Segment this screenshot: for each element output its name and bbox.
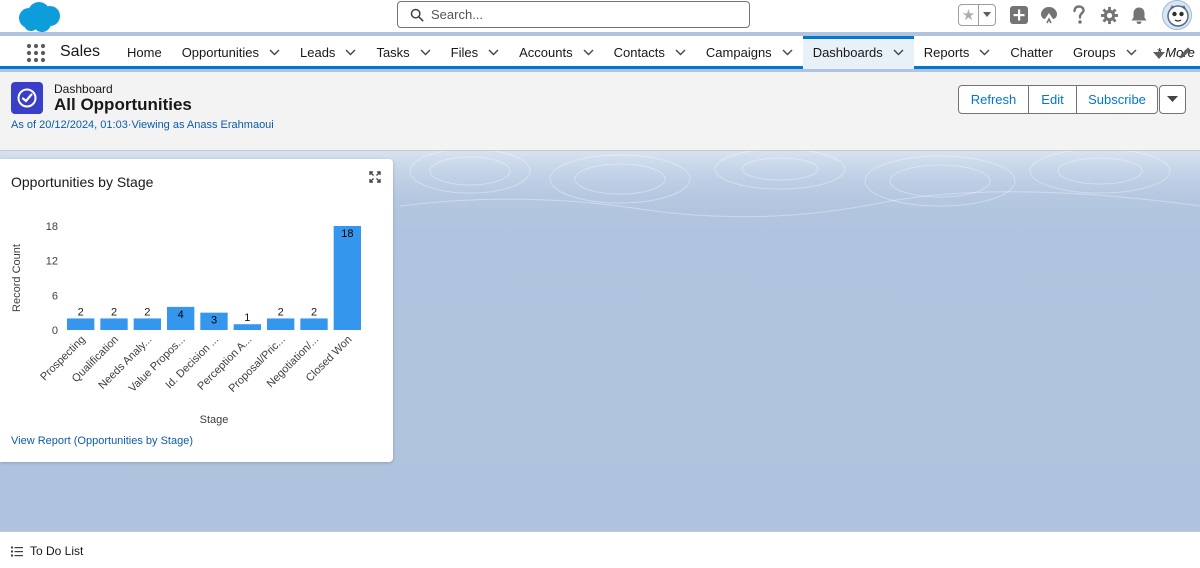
nav-tab-label: Groups: [1072, 45, 1116, 60]
bar: [133, 318, 161, 330]
nav-tab-chatter[interactable]: Chatter: [1000, 36, 1063, 69]
y-tick-label: 12: [46, 256, 58, 268]
bar: [300, 318, 328, 330]
subscribe-button[interactable]: Subscribe: [1077, 85, 1158, 114]
data-label: 3: [211, 315, 217, 327]
x-axis-title: Stage: [200, 414, 229, 426]
chevron-down-icon[interactable]: [782, 49, 793, 56]
nav-tab-label: Home: [127, 45, 162, 60]
global-search-box[interactable]: [397, 1, 750, 28]
chevron-down-icon[interactable]: [1126, 49, 1137, 56]
nav-tab-groups[interactable]: Groups: [1063, 36, 1147, 69]
page-title: All Opportunities: [54, 95, 192, 114]
add-icon[interactable]: [1008, 4, 1030, 26]
data-label: 2: [144, 306, 150, 318]
opportunities-by-stage-chart: Record Count0612182Prospecting2Qualifica…: [11, 221, 361, 426]
notifications-bell-icon[interactable]: [1128, 4, 1150, 26]
trailhead-icon[interactable]: [1038, 4, 1060, 26]
chevron-down-icon[interactable]: [583, 49, 594, 56]
nav-tabs: Home Opportunities Leads Tasks Files Accounts…: [117, 36, 1200, 69]
chevron-down-icon[interactable]: [345, 49, 356, 56]
data-label: 2: [111, 306, 117, 318]
y-tick-label: 6: [52, 290, 58, 302]
refresh-button[interactable]: Refresh: [958, 85, 1029, 114]
nav-tab-campaigns[interactable]: Campaigns: [696, 36, 803, 69]
nav-tab-files[interactable]: Files: [441, 36, 509, 69]
nav-tab-home[interactable]: Home: [117, 36, 172, 69]
bar: [333, 226, 361, 330]
global-header: ★: [0, 0, 1200, 32]
y-axis-title: Record Count: [11, 244, 23, 312]
nav-tab-reports[interactable]: Reports: [914, 36, 1001, 69]
edit-button[interactable]: Edit: [1029, 85, 1077, 114]
nav-tab-label: Opportunities: [181, 45, 260, 60]
bar: [267, 318, 295, 330]
nav-tab-label: Tasks: [376, 45, 410, 60]
card-title: Opportunities by Stage: [11, 174, 154, 190]
y-tick-label: 18: [46, 221, 58, 233]
global-search-input[interactable]: [431, 7, 731, 22]
data-label: 18: [341, 228, 353, 240]
y-tick-label: 0: [52, 325, 58, 337]
favorites-control[interactable]: ★: [958, 4, 996, 26]
nav-overflow-chevron-icon[interactable]: [1153, 48, 1165, 63]
chevron-down-icon: [1167, 96, 1178, 102]
expand-icon[interactable]: [369, 171, 381, 183]
bar: [233, 324, 261, 330]
header-button-group: Refresh Edit Subscribe: [958, 85, 1186, 114]
data-label: 2: [311, 306, 317, 318]
chevron-down-icon[interactable]: [893, 49, 904, 56]
data-label: 2: [78, 306, 84, 318]
chevron-down-icon[interactable]: [269, 49, 280, 56]
user-avatar[interactable]: [1162, 0, 1192, 30]
data-label: 2: [278, 306, 284, 318]
search-icon: [410, 8, 424, 21]
nav-tab-label: Campaigns: [705, 45, 772, 60]
view-report-link[interactable]: View Report (Opportunities by Stage): [11, 435, 193, 447]
edit-nav-pencil-icon[interactable]: [1178, 46, 1192, 60]
nav-tab-accounts[interactable]: Accounts: [509, 36, 603, 69]
nav-tab-contacts[interactable]: Contacts: [604, 36, 696, 69]
nav-tab-label: Contacts: [613, 45, 665, 60]
chevron-down-icon[interactable]: [420, 49, 431, 56]
todo-list-label: To Do List: [30, 544, 84, 558]
todo-list-icon: [11, 546, 23, 556]
favorites-dropdown-icon[interactable]: [979, 5, 995, 25]
nav-tab-opportunities[interactable]: Opportunities: [172, 36, 290, 69]
utility-bar: To Do List: [0, 531, 1200, 568]
todo-list-button[interactable]: To Do List: [11, 544, 83, 558]
nav-tab-dashboards[interactable]: Dashboards: [802, 36, 914, 69]
nav-tab-label: Leads: [300, 45, 336, 60]
nav-tab-label: Dashboards: [812, 45, 883, 60]
data-label: 1: [244, 312, 250, 324]
nav-tab-leads[interactable]: Leads: [290, 36, 366, 69]
favorites-star-icon[interactable]: ★: [959, 5, 979, 25]
nav-tab-tasks[interactable]: Tasks: [366, 36, 440, 69]
dashboard-page-header: Dashboard All Opportunities As of 20/12/…: [0, 72, 1200, 151]
chevron-down-icon[interactable]: [675, 49, 686, 56]
chevron-down-icon[interactable]: [979, 49, 990, 56]
setup-gear-icon[interactable]: [1098, 4, 1120, 26]
help-icon[interactable]: [1068, 4, 1090, 26]
dashboard-chart-card: Opportunities by Stage Record Count 0 6 12 1…: [0, 159, 393, 462]
chevron-down-icon[interactable]: [488, 49, 499, 56]
app-name: Sales: [60, 43, 101, 60]
bar: [67, 318, 95, 330]
nav-tab-label: Files: [450, 45, 479, 60]
data-label: 4: [178, 309, 184, 321]
dashboard-as-of-meta[interactable]: As of 20/12/2024, 01:03·Viewing as Anass…: [11, 119, 274, 131]
nav-tab-label: Chatter: [1010, 45, 1053, 60]
nav-tab-label: Reports: [923, 45, 970, 60]
salesforce-cloud-logo[interactable]: [14, 1, 66, 33]
more-actions-button[interactable]: [1159, 85, 1186, 114]
app-launcher-waffle-icon[interactable]: [26, 43, 46, 63]
app-navigation-bar: Sales Home Opportunities Leads Tasks Files Ac…: [0, 36, 1200, 69]
header-utility-icons: ★: [958, 0, 1192, 30]
nav-tab-label: Accounts: [519, 45, 573, 60]
bar: [100, 318, 128, 330]
dashboard-gauge-icon: [11, 82, 43, 114]
page-kicker: Dashboard: [54, 82, 113, 96]
